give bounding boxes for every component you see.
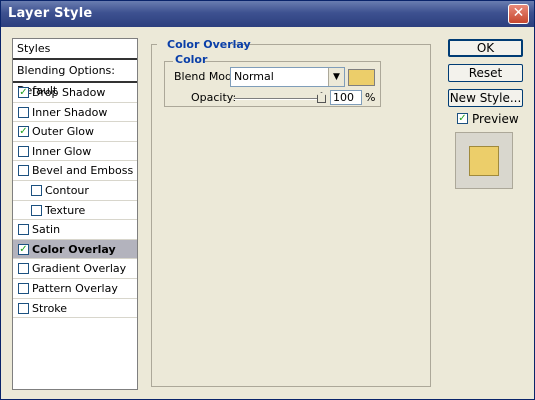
reset-button[interactable]: Reset [448,64,523,82]
effects-list: ✓ Drop Shadow Inner Shadow ✓ Outer Glow … [13,83,137,319]
effect-item-inner-shadow[interactable]: Inner Shadow [13,103,137,123]
color-subgroup-title: Color [175,53,208,66]
checkbox[interactable] [18,165,29,177]
checkbox[interactable] [18,145,29,157]
checkbox[interactable] [31,184,42,196]
styles-panel: Styles Blending Options: Default ✓ Drop … [12,38,138,390]
dialog-title: Layer Style [8,6,93,21]
effect-label: Inner Shadow [32,105,108,119]
effect-label: Satin [32,223,61,237]
layer-style-dialog: Layer Style ✕ Styles Blending Options: D… [0,0,535,400]
effect-item-inner-glow[interactable]: Inner Glow [13,142,137,162]
preview-thumbnail [455,132,513,189]
checkbox[interactable] [18,263,29,275]
checkbox[interactable] [31,204,42,216]
blend-mode-select[interactable]: Normal ▼ [230,67,345,87]
effect-item-color-overlay[interactable]: ✓ Color Overlay [13,239,137,260]
effect-item-drop-shadow[interactable]: ✓ Drop Shadow [13,83,137,103]
preview-checkbox[interactable]: ✓ [457,113,468,124]
checkbox[interactable] [18,302,29,314]
preview-swatch [469,146,499,176]
blending-options-item[interactable]: Blending Options: Default [13,61,137,97]
checkbox[interactable] [18,224,29,236]
effect-item-outer-glow[interactable]: ✓ Outer Glow [13,122,137,142]
close-button[interactable]: ✕ [508,4,529,24]
effect-label: Inner Glow [32,144,92,158]
opacity-unit: % [365,91,376,104]
effect-item-stroke[interactable]: Stroke [13,299,137,319]
effect-item-satin[interactable]: Satin [13,220,137,240]
opacity-label: Opacity: [191,91,237,104]
effect-label: Gradient Overlay [32,262,127,276]
checkbox[interactable]: ✓ [18,87,29,98]
color-overlay-title: Color Overlay [167,38,251,51]
effect-label: Bevel and Emboss [32,164,134,178]
checkbox[interactable]: ✓ [18,126,29,138]
effect-label: Stroke [32,301,68,315]
effect-label: Pattern Overlay [32,281,118,295]
effect-label: Color Overlay [32,242,116,256]
checkbox[interactable] [18,106,29,118]
close-icon: ✕ [512,5,525,21]
effect-item-bevel-and-emboss[interactable]: Bevel and Emboss [13,161,137,181]
checkbox[interactable]: ✓ [18,243,29,255]
effect-label: Outer Glow [32,125,95,139]
effect-label: Contour [45,183,89,197]
effect-item-pattern-overlay[interactable]: Pattern Overlay [13,279,137,299]
effect-label: Drop Shadow [32,86,106,99]
effect-item-contour[interactable]: Contour [13,181,137,201]
chevron-down-icon[interactable]: ▼ [328,68,344,86]
checkbox[interactable] [18,282,29,294]
effect-item-gradient-overlay[interactable]: Gradient Overlay [13,259,137,279]
opacity-input[interactable]: 100 [330,90,362,105]
effect-label: Texture [45,203,86,217]
overlay-color-swatch[interactable] [348,69,375,86]
styles-header[interactable]: Styles [13,39,137,60]
ok-button[interactable]: OK [448,39,523,57]
title-bar: Layer Style [1,1,534,27]
blend-mode-value: Normal [234,70,274,83]
opacity-slider-track[interactable] [234,98,324,100]
effect-item-texture[interactable]: Texture [13,201,137,221]
new-style-button[interactable]: New Style... [448,89,523,107]
preview-label: Preview [472,112,519,126]
